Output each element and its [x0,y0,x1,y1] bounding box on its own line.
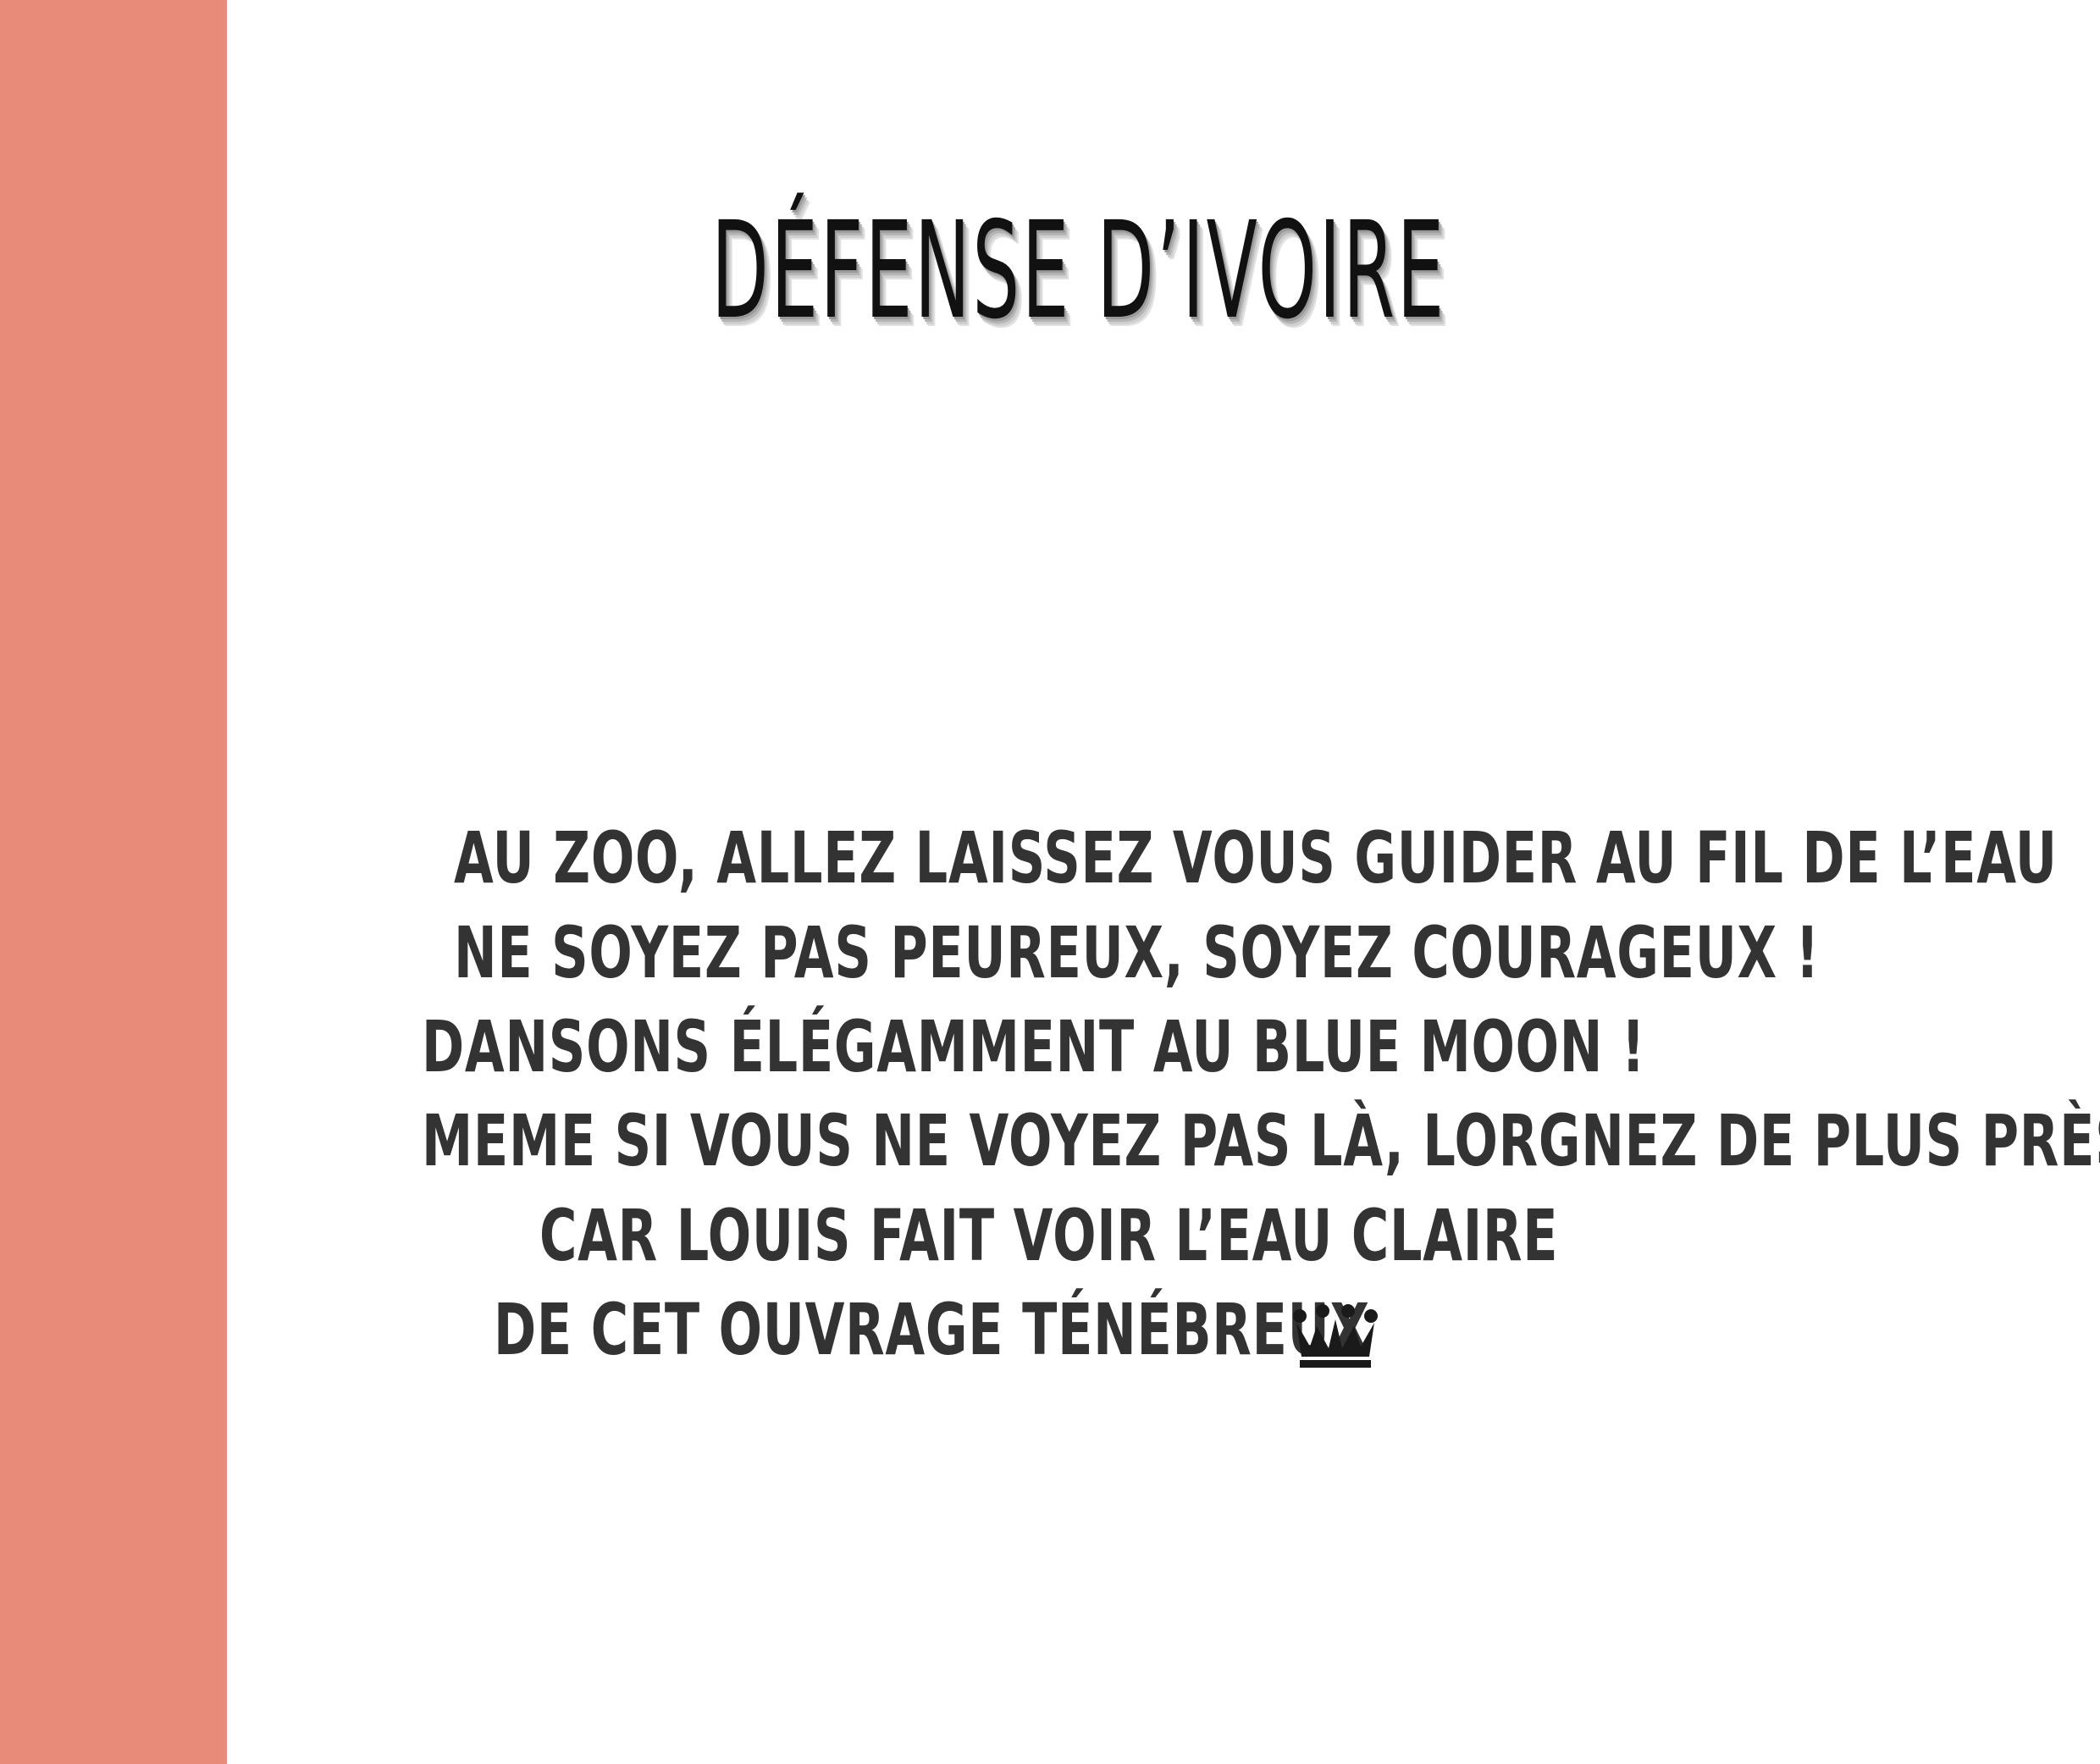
lyrics-block: AU ZOO, ALLEZ LAISSEZ VOUS GUIDER AU FIL… [0,0,2100,1764]
lyric-line-3: DANSONS ÉLÉGAMMENT AU BLUE MOON ! [422,1005,1646,1088]
lyric-line-1: AU ZOO, ALLEZ LAISSEZ VOUS GUIDER AU FIL… [454,816,2058,899]
crown-icon [1293,1304,1378,1368]
lyric-line-2: NE SOYEZ PAS PEUREUX, SOYEZ COURAGEUX ! [454,911,1820,994]
page: DÉFENSE D’IVOIRE AU ZOO, ALLEZ LAISSEZ V… [0,0,2100,1764]
lyric-line-6: DE CET OUVRAGE TÉNÉBREUX [494,1288,1370,1371]
lyric-line-4: MEME SI VOUS NE VOYEZ PAS LÀ, LORGNEZ DE… [422,1099,2100,1182]
lyric-line-5: CAR LOUIS FAIT VOIR L’EAU CLAIRE [539,1194,1559,1277]
